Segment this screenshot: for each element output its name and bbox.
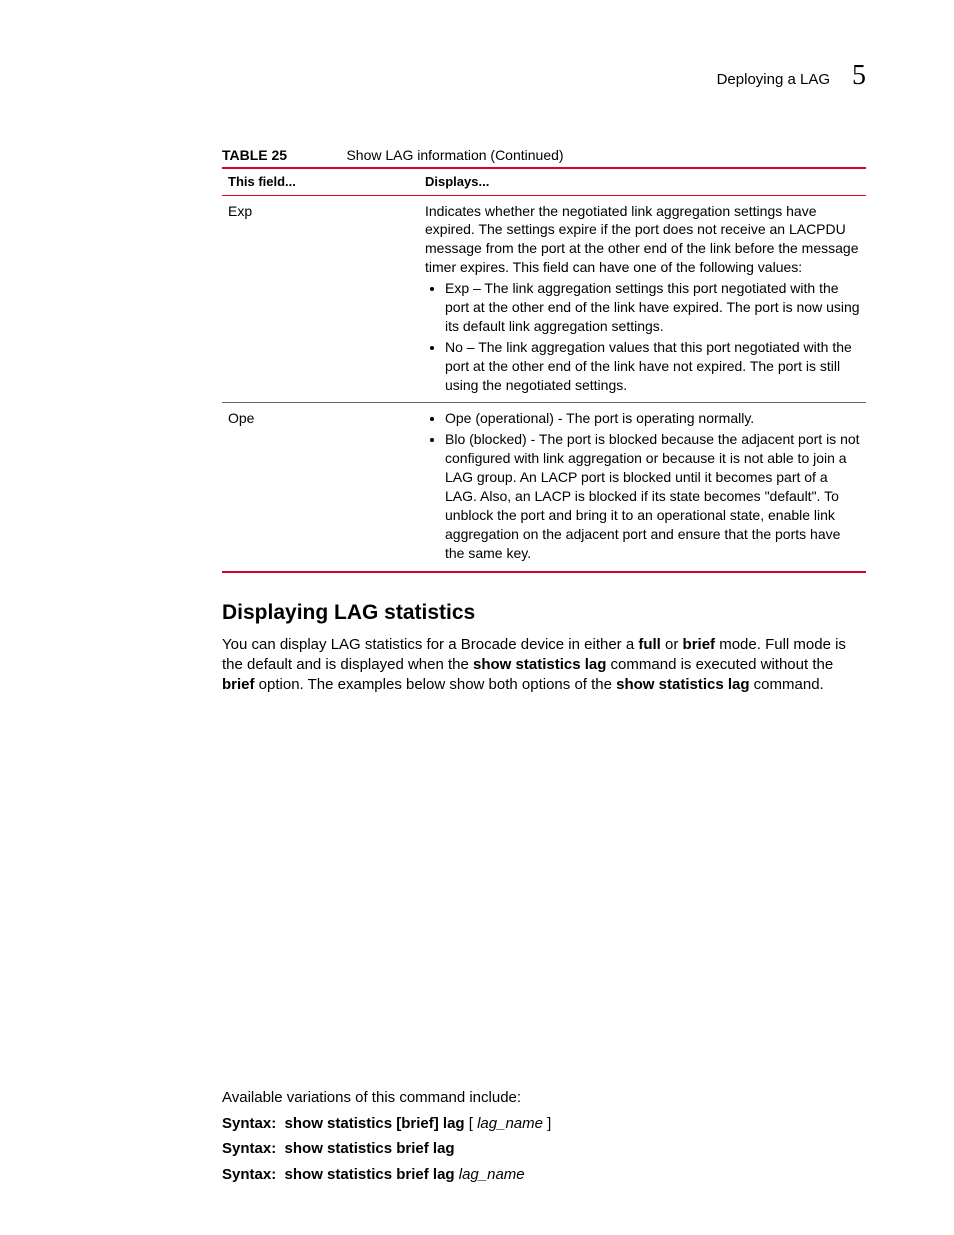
table-row: Ope Ope (operational) - The port is oper…: [222, 403, 866, 572]
text-span: command.: [750, 676, 824, 693]
section-paragraph: You can display LAG statistics for a Bro…: [222, 635, 866, 696]
col-header-field: This field...: [222, 168, 419, 195]
bullet-list: Exp – The link aggregation settings this…: [425, 279, 860, 394]
bullet-item: Exp – The link aggregation settings this…: [445, 279, 860, 336]
bold-text: brief: [683, 636, 716, 653]
bullet-item: Blo (blocked) - The port is blocked beca…: [445, 430, 860, 562]
text-span: or: [661, 636, 683, 653]
col-header-displays: Displays...: [419, 168, 866, 195]
syntax-cmd: show statistics brief lag: [285, 1140, 455, 1157]
bold-text: show statistics lag: [616, 676, 749, 693]
syntax-arg: lag_name: [459, 1166, 525, 1183]
syntax-line: Syntax: show statistics brief lag lag_na…: [222, 1162, 866, 1188]
text-span: command is executed without the: [606, 656, 833, 673]
header-title: Deploying a LAG: [717, 71, 830, 88]
table-caption: Show LAG information (Continued): [346, 147, 563, 163]
syntax-arg: lag_name: [477, 1115, 543, 1132]
section-heading: Displaying LAG statistics: [222, 601, 866, 625]
cell-field: Exp: [222, 195, 419, 403]
bold-text: show statistics lag: [473, 656, 606, 673]
syntax-cmd: show statistics brief lag: [285, 1166, 455, 1183]
row-intro-text: Indicates whether the negotiated link ag…: [425, 203, 858, 276]
cell-field: Ope: [222, 403, 419, 572]
variations-intro: Available variations of this command inc…: [222, 1085, 866, 1111]
table-row: Exp Indicates whether the negotiated lin…: [222, 195, 866, 403]
cell-displays: Indicates whether the negotiated link ag…: [419, 195, 866, 403]
bullet-item: Ope (operational) - The port is operatin…: [445, 409, 860, 428]
table-caption-line: TABLE 25 Show LAG information (Continued…: [222, 147, 866, 165]
chapter-number: 5: [852, 60, 866, 92]
cell-displays: Ope (operational) - The port is operatin…: [419, 403, 866, 572]
text-span: option. The examples below show both opt…: [255, 676, 617, 693]
syntax-line: Syntax: show statistics brief lag: [222, 1136, 866, 1162]
page: Deploying a LAG 5 TABLE 25 Show LAG info…: [0, 0, 954, 1235]
text-span: You can display LAG statistics for a Bro…: [222, 636, 638, 653]
syntax-arg-post: ]: [543, 1115, 551, 1132]
syntax-label: Syntax:: [222, 1140, 276, 1157]
variations-block: Available variations of this command inc…: [222, 1085, 866, 1187]
syntax-label: Syntax:: [222, 1115, 276, 1132]
syntax-label: Syntax:: [222, 1166, 276, 1183]
bold-text: full: [638, 636, 661, 653]
lag-info-table: This field... Displays... Exp Indicates …: [222, 167, 866, 573]
syntax-cmd: show statistics [brief] lag: [285, 1115, 465, 1132]
page-header: Deploying a LAG 5: [222, 60, 866, 92]
table-label: TABLE 25: [222, 147, 342, 163]
syntax-line: Syntax: show statistics [brief] lag [ la…: [222, 1111, 866, 1137]
bullet-item: No – The link aggregation values that th…: [445, 338, 860, 395]
bullet-list: Ope (operational) - The port is operatin…: [425, 409, 860, 562]
bold-text: brief: [222, 676, 255, 693]
syntax-arg-pre: [: [469, 1115, 477, 1132]
